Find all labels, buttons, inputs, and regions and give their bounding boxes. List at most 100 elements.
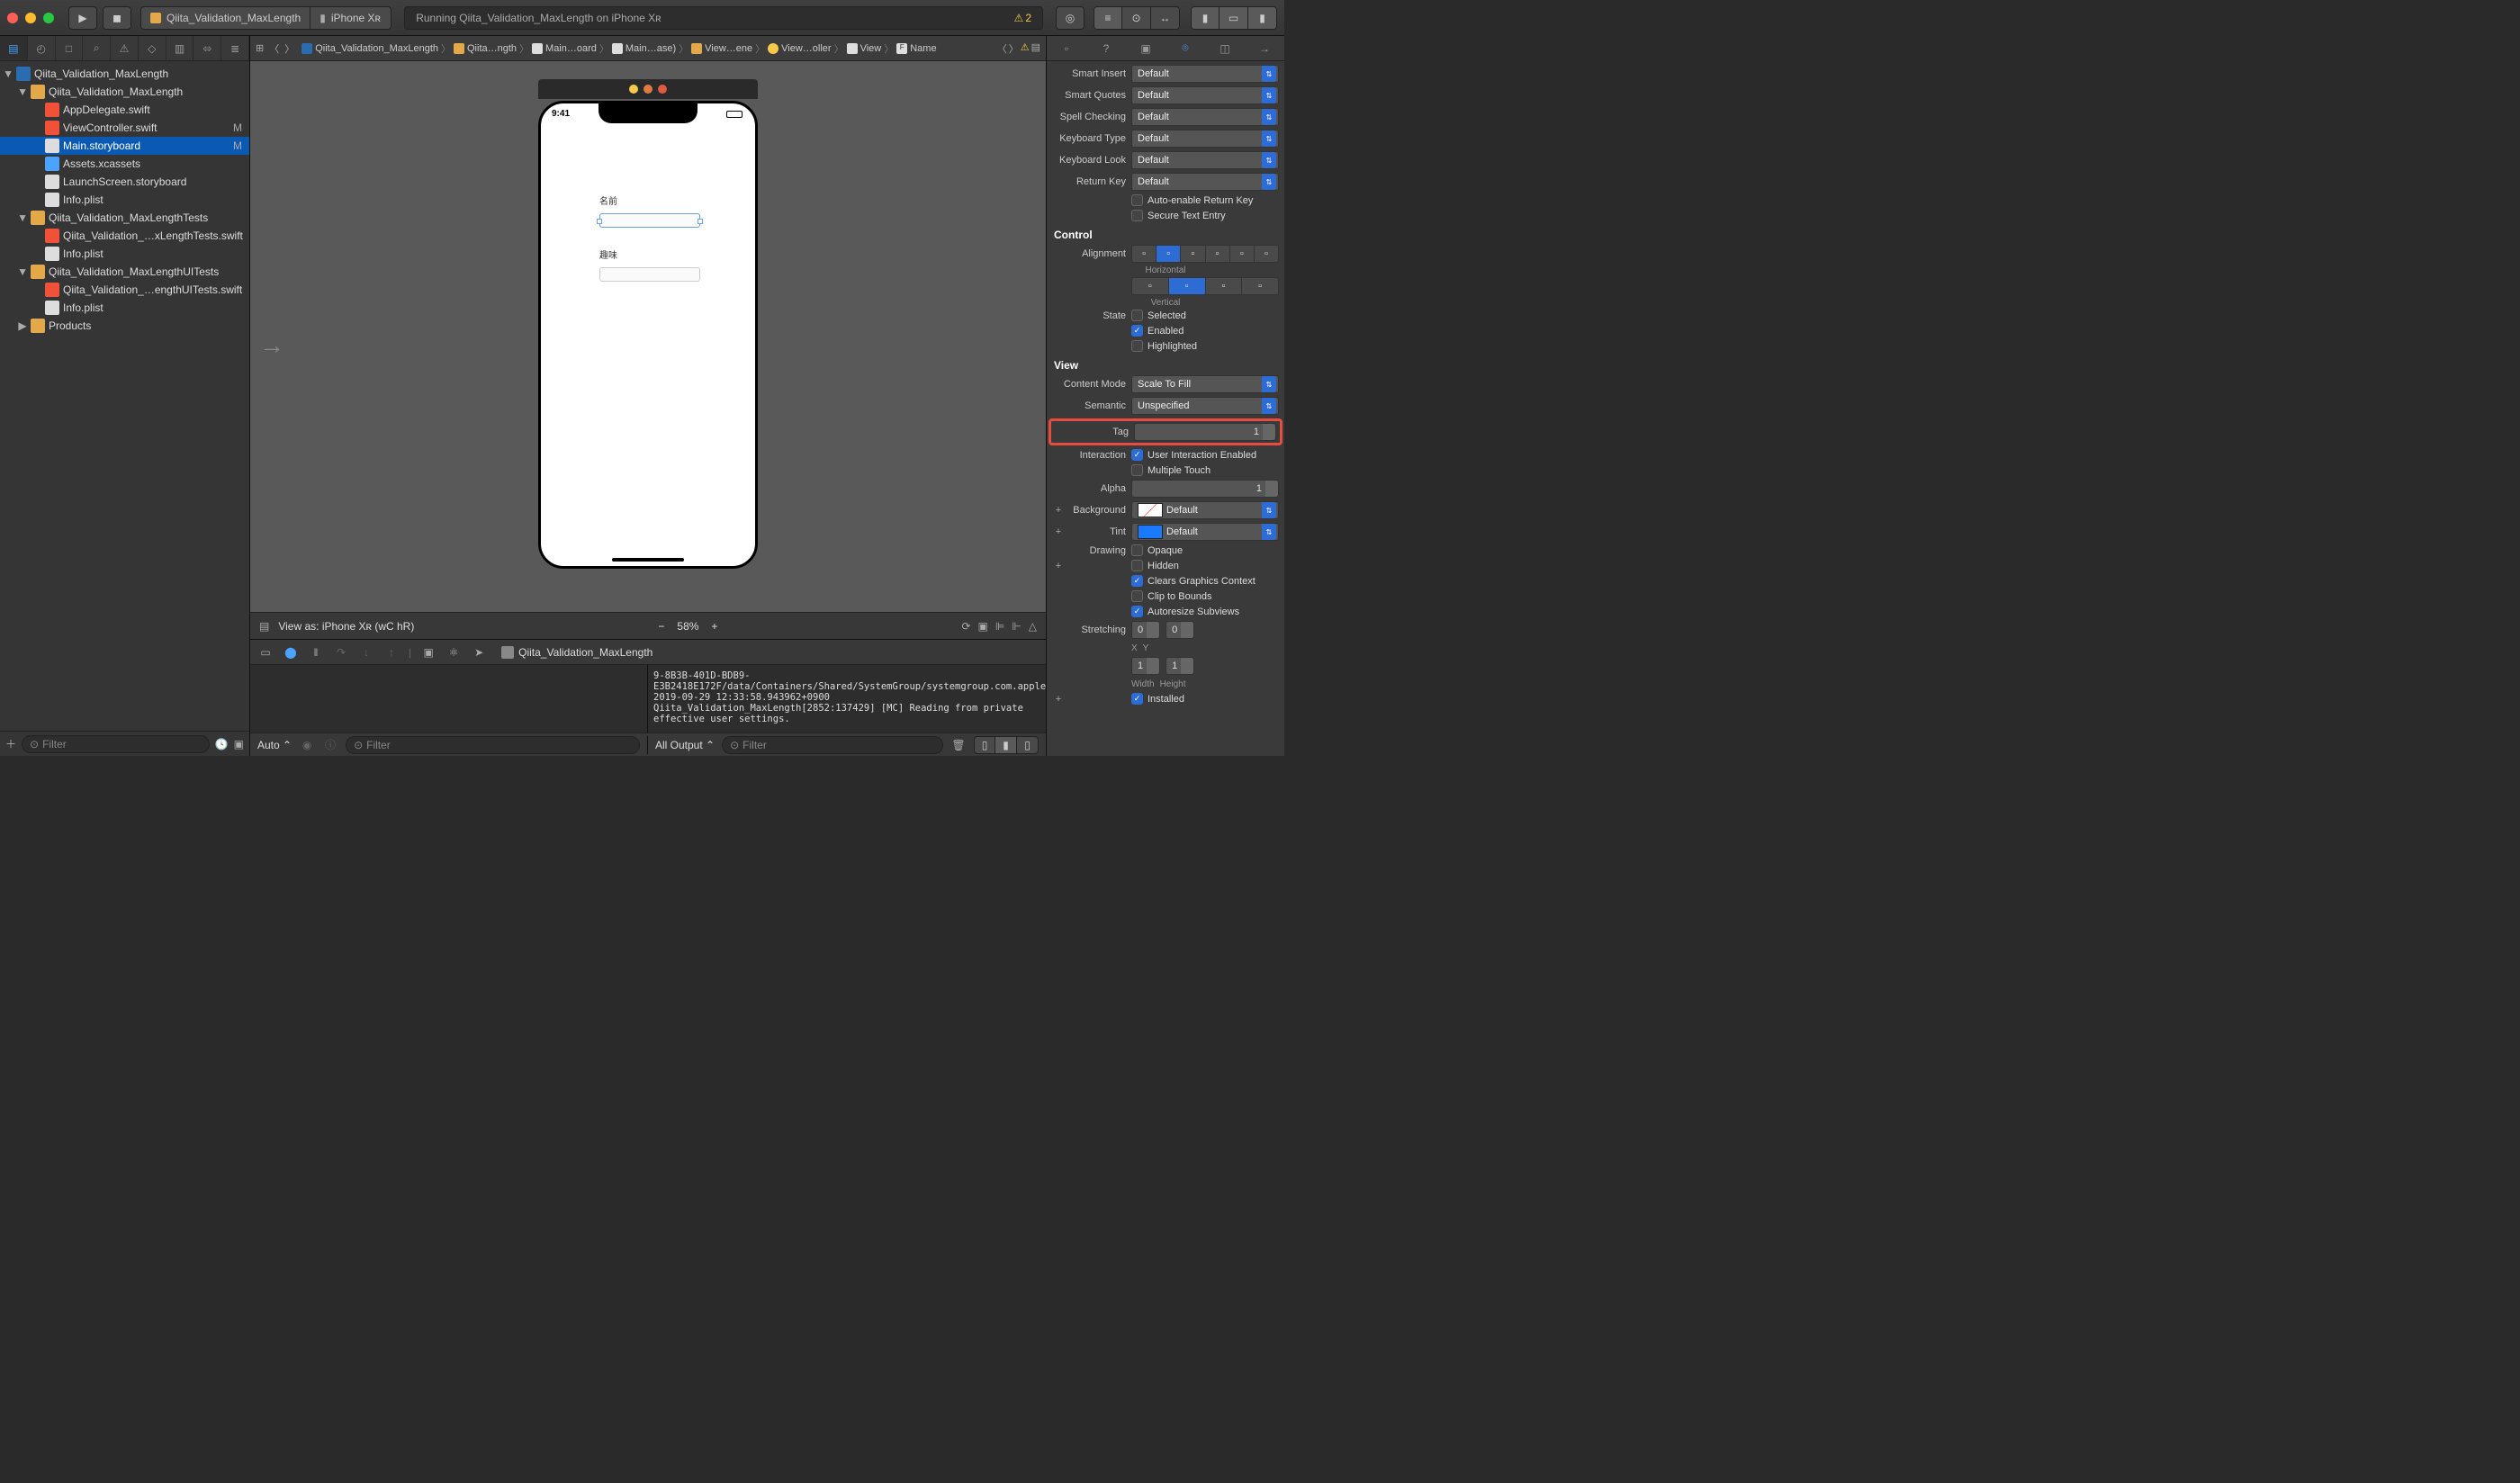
step-over-button[interactable]: ↷ bbox=[333, 644, 349, 661]
tree-row[interactable]: Assets.xcassets bbox=[0, 155, 249, 173]
version-editor-button[interactable]: ↔ bbox=[1151, 6, 1180, 30]
secure-text-checkbox[interactable]: Secure Text Entry bbox=[1131, 210, 1226, 221]
show-console-button[interactable]: ▯ bbox=[1017, 736, 1039, 754]
embed-button[interactable]: ▣ bbox=[978, 620, 988, 633]
zoom-out-button[interactable]: − bbox=[658, 620, 664, 633]
minimize-icon[interactable] bbox=[25, 13, 36, 23]
stretch-y-field[interactable]: 0 bbox=[1166, 621, 1194, 639]
semantic-select[interactable]: Unspecified⇅ bbox=[1131, 397, 1279, 415]
enabled-checkbox[interactable]: ✓Enabled bbox=[1131, 325, 1184, 337]
library-button[interactable]: ◎ bbox=[1056, 6, 1084, 30]
resolve-button[interactable]: △ bbox=[1029, 620, 1037, 633]
auto-scope-selector[interactable]: Auto ⌃ bbox=[257, 739, 292, 751]
tree-row[interactable]: Main.storyboardM bbox=[0, 137, 249, 155]
update-frames-button[interactable]: ⟳ bbox=[961, 620, 970, 633]
toggle-debug-button[interactable]: ▭ bbox=[1220, 6, 1248, 30]
tree-row[interactable]: Qiita_Validation_…xLengthTests.swift bbox=[0, 227, 249, 245]
opaque-checkbox[interactable]: Opaque bbox=[1131, 544, 1183, 556]
tree-row[interactable]: AppDelegate.swift bbox=[0, 101, 249, 119]
warning-badge[interactable]: ⚠ 2 bbox=[1014, 12, 1031, 24]
step-out-button[interactable]: ↑ bbox=[383, 644, 400, 661]
print-button[interactable]: ⓘ bbox=[322, 737, 338, 753]
toggle-inspector-button[interactable]: ▮ bbox=[1248, 6, 1277, 30]
smart-insert-select[interactable]: Default⇅ bbox=[1131, 65, 1279, 83]
jump-bar[interactable]: ⊞ 〈 〉 Qiita_Validation_MaxLength〉 Qiita…… bbox=[250, 36, 1046, 61]
keyboard-type-select[interactable]: Default⇅ bbox=[1131, 130, 1279, 148]
size-inspector-tab[interactable]: ◫ bbox=[1205, 36, 1245, 60]
content-mode-select[interactable]: Scale To Fill⇅ bbox=[1131, 375, 1279, 393]
tree-row[interactable]: ▼Qiita_Validation_MaxLength bbox=[0, 83, 249, 101]
spell-check-select[interactable]: Default⇅ bbox=[1131, 108, 1279, 126]
toggle-navigator-button[interactable]: ▮ bbox=[1191, 6, 1220, 30]
identity-inspector-tab[interactable]: ▣ bbox=[1126, 36, 1166, 60]
back-button[interactable]: 〈 bbox=[269, 41, 279, 56]
tree-row[interactable]: ViewController.swiftM bbox=[0, 119, 249, 137]
project-tree[interactable]: ▼Qiita_Validation_MaxLength ▼Qiita_Valida… bbox=[0, 61, 249, 731]
related-items-button[interactable]: ⊞ bbox=[256, 42, 264, 54]
file-inspector-tab[interactable]: ▫ bbox=[1047, 36, 1086, 60]
symbol-navigator-tab[interactable]: □ bbox=[56, 36, 84, 60]
name-textfield[interactable] bbox=[599, 213, 700, 228]
outline-toggle-button[interactable]: ▤ bbox=[1031, 41, 1040, 56]
uie-checkbox[interactable]: ✓User Interaction Enabled bbox=[1131, 449, 1256, 461]
hide-debug-button[interactable]: ▭ bbox=[257, 644, 274, 661]
hidden-checkbox[interactable]: Hidden bbox=[1131, 560, 1179, 571]
multitouch-checkbox[interactable]: Multiple Touch bbox=[1131, 464, 1210, 476]
quicklook-button[interactable]: ◉ bbox=[299, 737, 315, 753]
background-select[interactable]: Default⇅ bbox=[1131, 501, 1279, 519]
view-as-label[interactable]: View as: iPhone Xʀ (wC hR) bbox=[278, 620, 414, 633]
forward-button[interactable]: 〉 bbox=[284, 41, 294, 56]
clear-console-button[interactable]: 🗑 bbox=[950, 737, 967, 753]
filter-input[interactable]: ⊙ Filter bbox=[22, 735, 210, 753]
add-tint-button[interactable]: + bbox=[1052, 526, 1065, 537]
tree-row[interactable]: Qiita_Validation_…engthUITests.swift bbox=[0, 281, 249, 299]
debug-navigator-tab[interactable]: ▥ bbox=[166, 36, 194, 60]
step-in-button[interactable]: ↓ bbox=[358, 644, 374, 661]
outline-warn-icon[interactable]: ⚠ bbox=[1021, 41, 1030, 56]
pin-button[interactable]: ⊩ bbox=[1012, 620, 1021, 633]
tree-row[interactable]: Info.plist bbox=[0, 245, 249, 263]
variables-filter-input[interactable]: ⊙ Filter bbox=[346, 736, 640, 754]
attributes-inspector-tab[interactable]: ⌾ bbox=[1166, 36, 1205, 60]
tree-row[interactable]: Info.plist bbox=[0, 299, 249, 317]
tree-row[interactable]: ▼Qiita_Validation_MaxLengthUITests bbox=[0, 263, 249, 281]
tree-row[interactable]: ▼Qiita_Validation_MaxLengthTests bbox=[0, 209, 249, 227]
test-navigator-tab[interactable]: ◇ bbox=[139, 36, 166, 60]
installed-checkbox[interactable]: ✓Installed bbox=[1131, 693, 1184, 705]
recent-filter-button[interactable]: 🕓 bbox=[215, 738, 229, 750]
continue-button[interactable]: ‖ bbox=[308, 644, 324, 661]
add-button[interactable]: ＋ bbox=[5, 736, 16, 751]
next-button[interactable]: 〉 bbox=[1009, 41, 1019, 56]
hobby-textfield[interactable] bbox=[599, 267, 700, 282]
tag-field[interactable]: 1 bbox=[1134, 423, 1276, 441]
zoom-in-button[interactable]: + bbox=[711, 620, 717, 633]
connections-inspector-tab[interactable]: → bbox=[1245, 36, 1284, 60]
interface-builder-canvas[interactable]: → 9:41 名前 趣味 bbox=[250, 61, 1046, 612]
tree-row[interactable]: LaunchScreen.storyboard bbox=[0, 173, 249, 191]
ars-checkbox[interactable]: ✓Autoresize Subviews bbox=[1131, 606, 1239, 617]
return-key-select[interactable]: Default⇅ bbox=[1131, 173, 1279, 191]
ctb-checkbox[interactable]: Clip to Bounds bbox=[1131, 590, 1212, 602]
variables-view[interactable] bbox=[250, 665, 648, 733]
alpha-field[interactable]: 1 bbox=[1131, 480, 1279, 498]
selected-checkbox[interactable]: Selected bbox=[1131, 310, 1186, 321]
add-bg-button[interactable]: + bbox=[1052, 505, 1065, 516]
stretch-x-field[interactable]: 0 bbox=[1131, 621, 1160, 639]
cgc-checkbox[interactable]: ✓Clears Graphics Context bbox=[1131, 575, 1256, 587]
report-navigator-tab[interactable]: ≣ bbox=[221, 36, 249, 60]
add-installed-button[interactable]: + bbox=[1052, 694, 1065, 705]
standard-editor-button[interactable]: ≡ bbox=[1094, 6, 1122, 30]
location-button[interactable]: ➤ bbox=[471, 644, 487, 661]
scm-filter-button[interactable]: ▣ bbox=[234, 738, 244, 750]
show-both-button[interactable]: ▮ bbox=[995, 736, 1017, 754]
scene-title-bar[interactable] bbox=[538, 79, 758, 99]
console-output[interactable]: 9-8B3B-401D-BDB9-E3B2418E172F/data/Conta… bbox=[648, 665, 1046, 733]
breakpoints-button[interactable]: ⬤ bbox=[283, 644, 299, 661]
run-button[interactable]: ▶ bbox=[68, 6, 97, 30]
project-navigator-tab[interactable]: ▤ bbox=[0, 36, 28, 60]
vertical-alignment-segment[interactable]: ▫▫▫▫ bbox=[1131, 277, 1279, 295]
highlighted-checkbox[interactable]: Highlighted bbox=[1131, 340, 1197, 352]
keyboard-look-select[interactable]: Default⇅ bbox=[1131, 151, 1279, 169]
assistant-editor-button[interactable]: ⊙ bbox=[1122, 6, 1151, 30]
output-scope-selector[interactable]: All Output ⌃ bbox=[655, 739, 715, 751]
